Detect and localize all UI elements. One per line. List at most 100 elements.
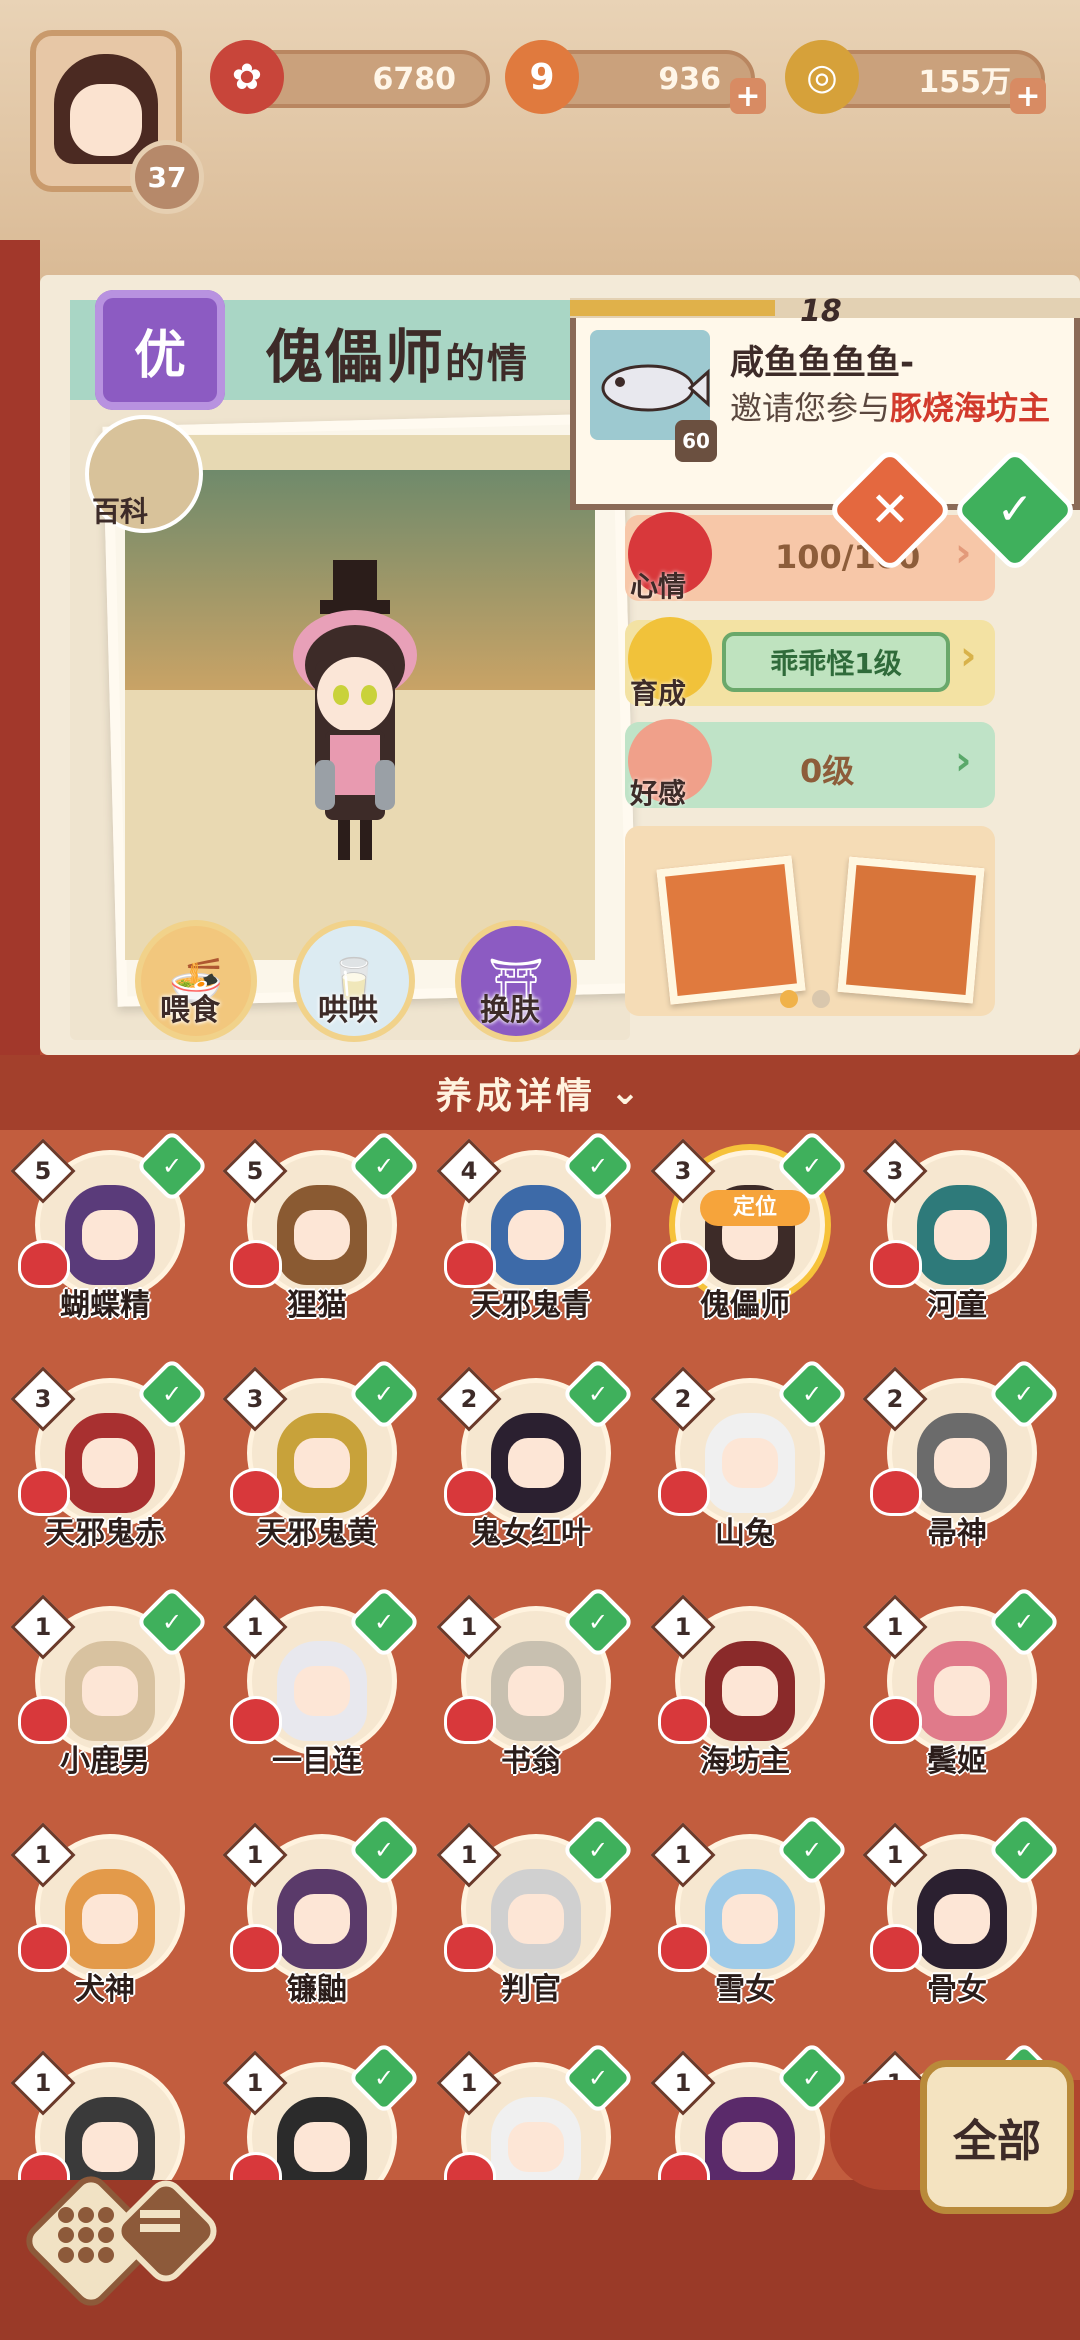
coax-label: 哄哄 (318, 993, 378, 1028)
character-face (82, 2122, 138, 2172)
star-level-value: 1 (34, 1613, 52, 1641)
roster-tile[interactable]: 1✓ (436, 2041, 635, 2180)
roster-tile[interactable]: 3 ✓ 定位 傀儡师 (650, 1130, 849, 1330)
roster-name: 蝴蝶精 (60, 1288, 150, 1323)
character-face (722, 1894, 778, 1944)
roster-tile[interactable]: 1 ✓ 骨女 (862, 1813, 1061, 2014)
add-coins-button[interactable]: + (1010, 78, 1046, 114)
roster-tile[interactable]: 2 ✓ 帚神 (862, 1357, 1061, 1558)
roster-name: 犬神 (75, 1972, 135, 2007)
roster-tile[interactable]: 1 ✓ 一目连 (222, 1585, 421, 1786)
rarity-badge: 优 (95, 290, 225, 410)
roster-tile[interactable]: 2 ✓ 山兔 (650, 1357, 849, 1558)
nine-badge-icon: 9 (505, 40, 579, 114)
character-face (934, 1666, 990, 1716)
add-nine-button[interactable]: + (730, 78, 766, 114)
character-face (82, 1894, 138, 1944)
filter-all-button[interactable]: 全部 (920, 2060, 1074, 2214)
list-view-icon (140, 2210, 180, 2240)
roster-tile[interactable]: 4 ✓ 天邪鬼青 (436, 1130, 635, 1330)
roster-tile[interactable]: 1✓ (650, 2041, 849, 2180)
roster-tile[interactable]: 1 ✓ 判官 (436, 1813, 635, 2014)
star-level-value: 3 (246, 1385, 264, 1413)
roster-tile[interactable]: 3 河童 (862, 1138, 1042, 1330)
roster-name: 傀儡师 (700, 1288, 790, 1323)
star-level-value: 2 (886, 1385, 904, 1413)
roster-tile[interactable]: 1 ✓ 鬓姬 (862, 1585, 1061, 1786)
affection-value: 0级 (800, 752, 855, 790)
roster-tile[interactable]: 5 ✓ 狸猫 (222, 1130, 421, 1330)
mood-label: 心情 (630, 570, 687, 603)
check-icon: ✓ (996, 484, 1034, 535)
growth-value-badge: 乖乖怪1级 (722, 632, 950, 692)
star-level-value: 1 (674, 1841, 692, 1869)
roster-tile[interactable]: 1 犬神 (10, 1822, 190, 2014)
mystery-card-2[interactable] (837, 856, 985, 1004)
roster-name: 镰鼬 (287, 1972, 347, 2007)
star-level-value: 1 (460, 2069, 478, 2097)
character-face (508, 1666, 564, 1716)
affection-chevron-icon: › (955, 738, 972, 784)
roster-name: 小鹿男 (60, 1744, 150, 1779)
roster-name: 一目连 (272, 1744, 362, 1779)
book-spine (0, 240, 40, 1060)
double-chevron-down-icon: ⌄ (609, 1072, 645, 1113)
character-face (82, 1666, 138, 1716)
plum-blossom-icon: ✿ (210, 40, 284, 114)
roster-name: 鬓姬 (927, 1744, 987, 1779)
roster-tile[interactable]: 1 ✓ 小鹿男 (10, 1585, 209, 1786)
roster-name: 山兔 (715, 1516, 775, 1551)
puppeteer-character[interactable] (275, 560, 435, 890)
expand-details-button[interactable]: 养成详情 ⌄ (0, 1055, 1080, 1130)
character-face (82, 1438, 138, 1488)
star-level-value: 4 (460, 1157, 478, 1185)
page-title: 傀儡师的情 (265, 323, 530, 391)
star-level-value: 1 (34, 2069, 52, 2097)
page-dot-active (780, 990, 798, 1008)
roster-name: 骨女 (927, 1972, 987, 2007)
roster-tile[interactable]: 3 ✓ 天邪鬼赤 (10, 1357, 209, 1558)
roster-name: 天邪鬼赤 (45, 1516, 165, 1551)
character-face (82, 1210, 138, 1260)
roster-name: 鬼女红叶 (471, 1516, 591, 1551)
growth-label: 育成 (630, 677, 687, 710)
character-face (508, 1438, 564, 1488)
player-level-badge: 37 (130, 140, 204, 214)
locate-badge[interactable]: 定位 (700, 1190, 810, 1226)
star-level-value: 1 (674, 2069, 692, 2097)
roster-tile[interactable]: 1 ✓ 雪女 (650, 1813, 849, 2014)
mystery-card-1[interactable] (656, 855, 806, 1005)
roster-name: 天邪鬼青 (471, 1288, 591, 1323)
roster-tile[interactable]: 2 ✓ 鬼女红叶 (436, 1357, 635, 1558)
roster-tile[interactable]: 1✓ (222, 2041, 421, 2180)
star-level-value: 1 (886, 1613, 904, 1641)
star-level-value: 1 (460, 1613, 478, 1641)
roster-tile[interactable]: 1 ✓ 镰鼬 (222, 1813, 421, 2014)
roster-name: 书翁 (501, 1744, 561, 1779)
character-face (294, 1210, 350, 1260)
star-level-value: 2 (674, 1385, 692, 1413)
star-level-value: 1 (674, 1613, 692, 1641)
page-dot (812, 990, 830, 1008)
character-face (508, 1210, 564, 1260)
star-level-value: 5 (34, 1157, 52, 1185)
roster-name: 海坊主 (700, 1744, 790, 1779)
roster-tile[interactable]: 1 ✓ 书翁 (436, 1585, 635, 1786)
roster-name: 狸猫 (287, 1288, 347, 1323)
star-level-value: 5 (246, 1157, 264, 1185)
character-face (722, 1666, 778, 1716)
change-skin-label: 换肤 (480, 993, 540, 1028)
roster-tile[interactable]: 1 海坊主 (650, 1594, 830, 1786)
feed-label: 喂食 (160, 993, 220, 1028)
roster-name: 河童 (927, 1288, 987, 1323)
roster-tile[interactable]: 5 ✓ 蝴蝶精 (10, 1130, 209, 1330)
star-level-value: 3 (674, 1157, 692, 1185)
sender-name: 咸鱼鱼鱼鱼- (730, 343, 915, 383)
star-level-value: 1 (886, 1841, 904, 1869)
roster-name: 天邪鬼黄 (257, 1516, 377, 1551)
character-face (722, 2122, 778, 2172)
growth-value: 乖乖怪1级 (770, 647, 902, 680)
roster-tile[interactable]: 1 (10, 2050, 190, 2180)
character-face (508, 1894, 564, 1944)
roster-tile[interactable]: 3 ✓ 天邪鬼黄 (222, 1357, 421, 1558)
